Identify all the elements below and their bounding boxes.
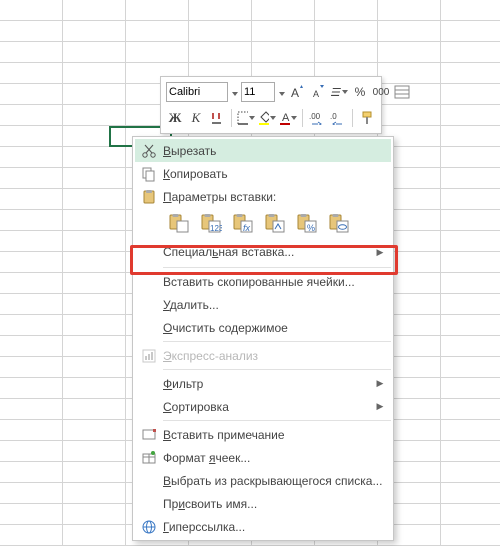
submenu-arrow-icon: ▶ [375, 247, 385, 258]
menu-cut[interactable]: Вырезать [135, 139, 391, 162]
svg-text:123: 123 [210, 224, 222, 233]
increase-font-icon[interactable]: A [288, 82, 306, 102]
menu-delete[interactable]: Удалить... [135, 293, 391, 316]
paste-link-icon[interactable] [325, 211, 353, 235]
menu-copy[interactable]: Копировать [135, 162, 391, 185]
submenu-arrow-icon: ▶ [375, 401, 385, 412]
accounting-format-icon[interactable]: ☰ [330, 82, 348, 102]
paste-formatting-icon[interactable]: % [293, 211, 321, 235]
menu-sort[interactable]: Сортировка ▶ [135, 395, 391, 418]
chevron-down-icon[interactable] [279, 85, 285, 99]
svg-text:A: A [282, 112, 290, 124]
scissors-icon [135, 143, 163, 159]
borders-icon[interactable] [237, 108, 255, 128]
comma-style-icon[interactable]: 000 [372, 82, 390, 102]
format-painter-icon[interactable] [358, 108, 376, 128]
submenu-arrow-icon: ▶ [375, 378, 385, 389]
paste-options-row: 123 fx % [135, 208, 391, 239]
svg-text:%: % [307, 223, 315, 233]
svg-text:A: A [291, 86, 299, 99]
menu-clear[interactable]: Очистить содержимое [135, 316, 391, 339]
menu-insert-comment[interactable]: Вставить примечание [135, 423, 391, 446]
menu-pick-dropdown[interactable]: Выбрать из раскрывающегося списка... [135, 469, 391, 492]
paste-values-icon[interactable]: 123 [197, 211, 225, 235]
copy-icon [135, 166, 163, 182]
increase-decimal-icon[interactable]: .00 [308, 108, 326, 128]
context-menu: Вырезать Копировать Параметры вставки: 1… [132, 136, 394, 541]
format-cells-icon [135, 450, 163, 466]
svg-text:A: A [313, 89, 319, 99]
paste-transpose-icon[interactable] [261, 211, 289, 235]
svg-text:☰: ☰ [330, 87, 341, 99]
mini-toolbar: A A ☰ % 000 Ж К A [160, 76, 382, 134]
font-color-icon[interactable]: A [279, 108, 297, 128]
comment-icon [135, 427, 163, 443]
clipboard-icon [135, 189, 163, 205]
font-name-combo[interactable] [166, 82, 228, 102]
menu-format-cells[interactable]: Формат ячеек... [135, 446, 391, 469]
menu-filter[interactable]: Фильтр ▶ [135, 372, 391, 395]
svg-text:.0: .0 [330, 112, 337, 121]
svg-text:.00: .00 [309, 112, 321, 121]
chevron-down-icon[interactable] [232, 85, 238, 99]
bold-button[interactable]: Ж [166, 108, 184, 128]
decrease-font-icon[interactable]: A [309, 82, 327, 102]
merge-center-icon[interactable] [393, 82, 411, 102]
menu-paste-options-label: Параметры вставки: [135, 185, 391, 208]
paste-normal-icon[interactable] [165, 211, 193, 235]
menu-hyperlink[interactable]: Гиперссылка... [135, 515, 391, 538]
italic-button[interactable]: К [187, 108, 205, 128]
paste-formulas-icon[interactable]: fx [229, 211, 257, 235]
fill-color-icon[interactable] [258, 108, 276, 128]
underline-icon[interactable] [208, 108, 226, 128]
menu-paste-special[interactable]: Специальная вставка... ▶ [135, 239, 391, 265]
hyperlink-icon [135, 519, 163, 535]
percent-icon[interactable]: % [351, 82, 369, 102]
menu-insert-copied[interactable]: Вставить скопированные ячейки... [135, 270, 391, 293]
decrease-decimal-icon[interactable]: .0 [329, 108, 347, 128]
font-size-combo[interactable] [241, 82, 275, 102]
menu-quick-analysis: Экспресс-анализ [135, 344, 391, 367]
quick-analysis-icon [135, 348, 163, 364]
svg-text:fx: fx [243, 223, 251, 233]
menu-define-name[interactable]: Присвоить имя... [135, 492, 391, 515]
